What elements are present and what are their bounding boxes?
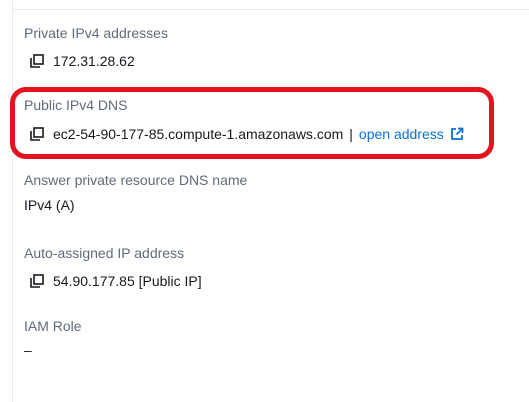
auto-ip-label: Auto-assigned IP address — [24, 245, 185, 261]
panel-divider — [12, 0, 13, 402]
private-ipv4-label: Private IPv4 addresses — [24, 25, 168, 41]
copy-icon[interactable] — [29, 126, 45, 142]
public-dns-label: Public IPv4 DNS — [24, 97, 128, 113]
auto-ip-value: 54.90.177.85 [Public IP] — [53, 273, 202, 289]
iam-role-label: IAM Role — [24, 318, 82, 334]
section-divider — [12, 9, 529, 10]
answer-dns-label: Answer private resource DNS name — [24, 172, 248, 188]
separator: | — [349, 126, 353, 142]
copy-icon[interactable] — [29, 53, 45, 69]
external-link-icon[interactable] — [450, 127, 464, 141]
answer-dns-value: IPv4 (A) — [24, 197, 75, 213]
private-ipv4-value-row: 172.31.28.62 — [24, 53, 135, 69]
public-dns-value-row: ec2-54-90-177-85.compute-1.amazonaws.com… — [24, 126, 464, 142]
open-address-link[interactable]: open address — [359, 126, 444, 142]
iam-role-value: – — [24, 342, 32, 358]
auto-ip-value-row: 54.90.177.85 [Public IP] — [24, 273, 202, 289]
copy-icon[interactable] — [29, 273, 45, 289]
open-address-link-label: open address — [358, 126, 444, 142]
instance-details-panel: Private IPv4 addresses 172.31.28.62 Publ… — [0, 0, 529, 402]
public-dns-value: ec2-54-90-177-85.compute-1.amazonaws.com — [53, 126, 344, 142]
private-ipv4-value: 172.31.28.62 — [53, 53, 135, 69]
